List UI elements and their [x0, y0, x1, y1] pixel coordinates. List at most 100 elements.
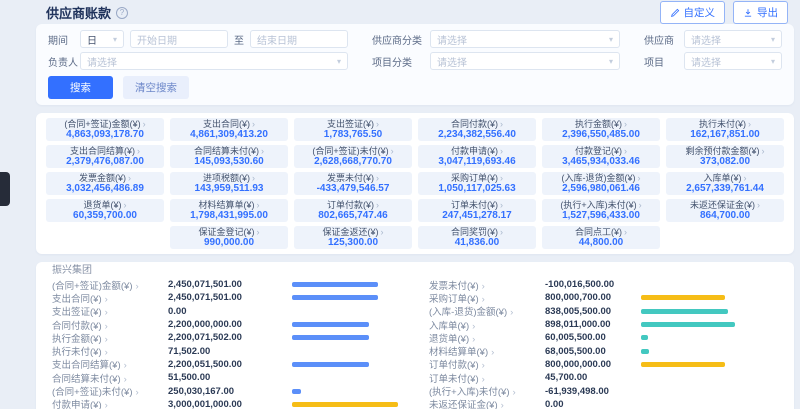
owner-select[interactable]: 请选择 ▾ [80, 52, 348, 70]
metric-row: 保证金登记(¥)›990,000.00 保证金返还(¥)›125,300.00 合同… [46, 226, 784, 249]
metric-card[interactable]: 付款申请(¥)›3,047,119,693.46 [418, 145, 536, 168]
period-unit-select[interactable]: 日 ▾ [80, 30, 124, 48]
project-category-select[interactable]: 请选择 ▾ [430, 52, 620, 70]
metric-card[interactable]: 合同付款(¥)›2,234,382,556.40 [418, 118, 536, 141]
metric-value: -61,939,498.00 [545, 386, 641, 397]
metric-label: 合同奖罚(¥)› [420, 227, 534, 237]
metric-label: (执行+入库)未付(¥)› [544, 200, 658, 210]
metric-card[interactable]: 支出签证(¥)›1,783,765.50 [294, 118, 412, 141]
supplier-select[interactable]: 请选择 ▾ [684, 30, 782, 48]
metric-bar-row[interactable]: 订单付款(¥)›800,000,000.00 [429, 358, 778, 371]
chevron-right-icon: › [252, 173, 255, 183]
metric-bar-track [292, 295, 401, 300]
clear-search-button[interactable]: 清空搜索 [123, 76, 189, 99]
filter-project: 项目 请选择 ▾ [644, 52, 782, 70]
chevron-right-icon: › [757, 200, 760, 210]
metric-label: (合同+签证)金额(¥)› [48, 119, 162, 129]
metric-label: 合同结算未付(¥)› [172, 146, 286, 156]
metric-card[interactable]: 合同奖罚(¥)›41,836.00 [418, 226, 536, 249]
metric-label: 执行金额(¥)› [544, 119, 658, 129]
metric-card[interactable]: 订单未付(¥)›247,451,278.17 [418, 199, 536, 222]
metric-bar-row[interactable]: 合同付款(¥)›2,200,000,000.00 [52, 318, 401, 331]
metric-card[interactable]: 付款登记(¥)›3,465,934,033.46 [542, 145, 660, 168]
metric-bar-row[interactable]: 材料结算单(¥)›68,005,500.00 [429, 344, 778, 357]
metric-bar-row[interactable]: 发票未付(¥)›-100,016,500.00 [429, 278, 778, 291]
metric-value: 990,000.00 [172, 237, 286, 248]
end-date-input[interactable]: 结束日期 [250, 30, 348, 48]
period-label: 期间 [48, 32, 80, 47]
metric-card[interactable]: 采购订单(¥)›1,050,117,025.63 [418, 172, 536, 195]
metric-bar-row[interactable]: 合同结算未付(¥)›51,500.00 [52, 371, 401, 384]
export-button[interactable]: 导出 [733, 1, 788, 24]
metric-card[interactable]: 支出合同结算(¥)›2,379,476,087.00 [46, 145, 164, 168]
metric-card[interactable]: 保证金返还(¥)›125,300.00 [294, 226, 412, 249]
metric-label: 发票金额(¥)› [48, 173, 162, 183]
metric-bar [292, 362, 369, 367]
metric-bar-track [292, 375, 401, 380]
search-button[interactable]: 搜索 [48, 76, 113, 99]
metric-card[interactable]: 订单付款(¥)›802,665,747.46 [294, 199, 412, 222]
metric-card[interactable]: 进项税额(¥)›143,959,511.93 [170, 172, 288, 195]
metric-label: 材料结算单(¥)› [429, 344, 545, 358]
metric-row: 退货单(¥)›60,359,700.00 材料结算单(¥)›1,798,431,9… [46, 199, 784, 222]
group-detail-panel: 振兴集团 (合同+签证)金额(¥)›2,450,071,501.00支出合同(¥… [36, 262, 794, 409]
metric-bar-row[interactable]: 执行金额(¥)›2,200,071,502.00 [52, 331, 401, 344]
metric-bar-row[interactable]: 采购订单(¥)›800,000,700.00 [429, 291, 778, 304]
metric-card[interactable]: 剩余预付款金额(¥)›373,082.00 [666, 145, 784, 168]
metric-card[interactable]: 保证金登记(¥)›990,000.00 [170, 226, 288, 249]
metric-card[interactable]: (合同+签证)金额(¥)›4,863,093,178.70 [46, 118, 164, 141]
metric-label: 执行未付(¥)› [668, 119, 782, 129]
metric-bar-row[interactable]: 支出合同结算(¥)›2,200,051,500.00 [52, 358, 401, 371]
chevron-right-icon: › [639, 200, 642, 210]
metric-bar-row[interactable]: (合同+签证)金额(¥)›2,450,071,501.00 [52, 278, 401, 291]
metric-bar-row[interactable]: 执行未付(¥)›71,502.00 [52, 344, 401, 357]
metric-card[interactable]: 执行未付(¥)›162,167,851.00 [666, 118, 784, 141]
metric-bar-row[interactable]: (合同+签证)未付(¥)›250,030,167.00 [52, 384, 401, 397]
metric-card[interactable]: 材料结算单(¥)›1,798,431,995.00 [170, 199, 288, 222]
metric-bar-row[interactable]: 支出合同(¥)›2,450,071,501.00 [52, 291, 401, 304]
metric-bar-track [641, 362, 735, 367]
metric-label: 未返还保证金(¥)› [429, 397, 545, 409]
metric-bar-track [292, 309, 401, 314]
metric-bar [292, 402, 398, 407]
project-select[interactable]: 请选择 ▾ [684, 52, 782, 70]
metric-bar-row[interactable]: 付款申请(¥)›3,000,001,000.00 [52, 398, 401, 409]
metric-card[interactable]: 入库单(¥)›2,657,339,761.44 [666, 172, 784, 195]
metric-card[interactable]: (合同+签证)未付(¥)›2,628,668,770.70 [294, 145, 412, 168]
metric-card[interactable]: 支出合同(¥)›4,861,309,413.20 [170, 118, 288, 141]
chevron-right-icon: › [624, 119, 627, 129]
metric-bar-row[interactable]: 支出签证(¥)›0.00 [52, 305, 401, 318]
metric-card[interactable]: 执行金额(¥)›2,396,550,485.00 [542, 118, 660, 141]
metric-value: -100,016,500.00 [545, 279, 641, 290]
page-content: 供应商账款 ? 自定义 导出 期间 日 ▾ [36, 0, 794, 409]
metric-bar-row[interactable]: 退货单(¥)›60,005,500.00 [429, 331, 778, 344]
metric-bar-track [292, 282, 401, 287]
metric-bar-row[interactable]: (执行+入库)未付(¥)›-61,939,498.00 [429, 384, 778, 397]
drawer-handle[interactable] [0, 172, 10, 206]
metric-value: 2,450,071,501.00 [168, 279, 292, 290]
metric-card[interactable]: 发票金额(¥)›3,032,456,486.89 [46, 172, 164, 195]
metric-card[interactable]: (入库-退货)金额(¥)›2,596,980,061.46 [542, 172, 660, 195]
start-date-input[interactable]: 开始日期 [130, 30, 228, 48]
metric-card[interactable]: 未返还保证金(¥)›864,700.00 [666, 199, 784, 222]
metric-bar-track [641, 295, 735, 300]
metric-bar [641, 362, 725, 367]
metric-bar [292, 295, 378, 300]
metric-bar-row[interactable]: (入库-退货)金额(¥)›838,005,500.00 [429, 305, 778, 318]
metric-bar-row[interactable]: 入库单(¥)›898,011,000.00 [429, 318, 778, 331]
metric-bar [641, 349, 649, 354]
metric-card[interactable]: (执行+入库)未付(¥)›1,527,596,433.00 [542, 199, 660, 222]
supplier-category-select[interactable]: 请选择 ▾ [430, 30, 620, 48]
metric-bar-row[interactable]: 订单未付(¥)›45,700.00 [429, 371, 778, 384]
metric-label: (入库-退货)金额(¥)› [544, 173, 658, 183]
metric-label: 支出合同结算(¥)› [52, 357, 168, 371]
metric-card[interactable]: 退货单(¥)›60,359,700.00 [46, 199, 164, 222]
metric-bar-track [641, 389, 735, 394]
metric-value: 247,451,278.17 [420, 210, 534, 221]
metric-card[interactable]: 合同结算未付(¥)›145,093,530.60 [170, 145, 288, 168]
metric-card[interactable]: 发票未付(¥)›-433,479,546.57 [294, 172, 412, 195]
help-icon[interactable]: ? [116, 7, 128, 19]
customize-button[interactable]: 自定义 [660, 1, 726, 24]
metric-card[interactable]: 合同点工(¥)›44,800.00 [542, 226, 660, 249]
metric-bar-row[interactable]: 未返还保证金(¥)›0.00 [429, 398, 778, 409]
